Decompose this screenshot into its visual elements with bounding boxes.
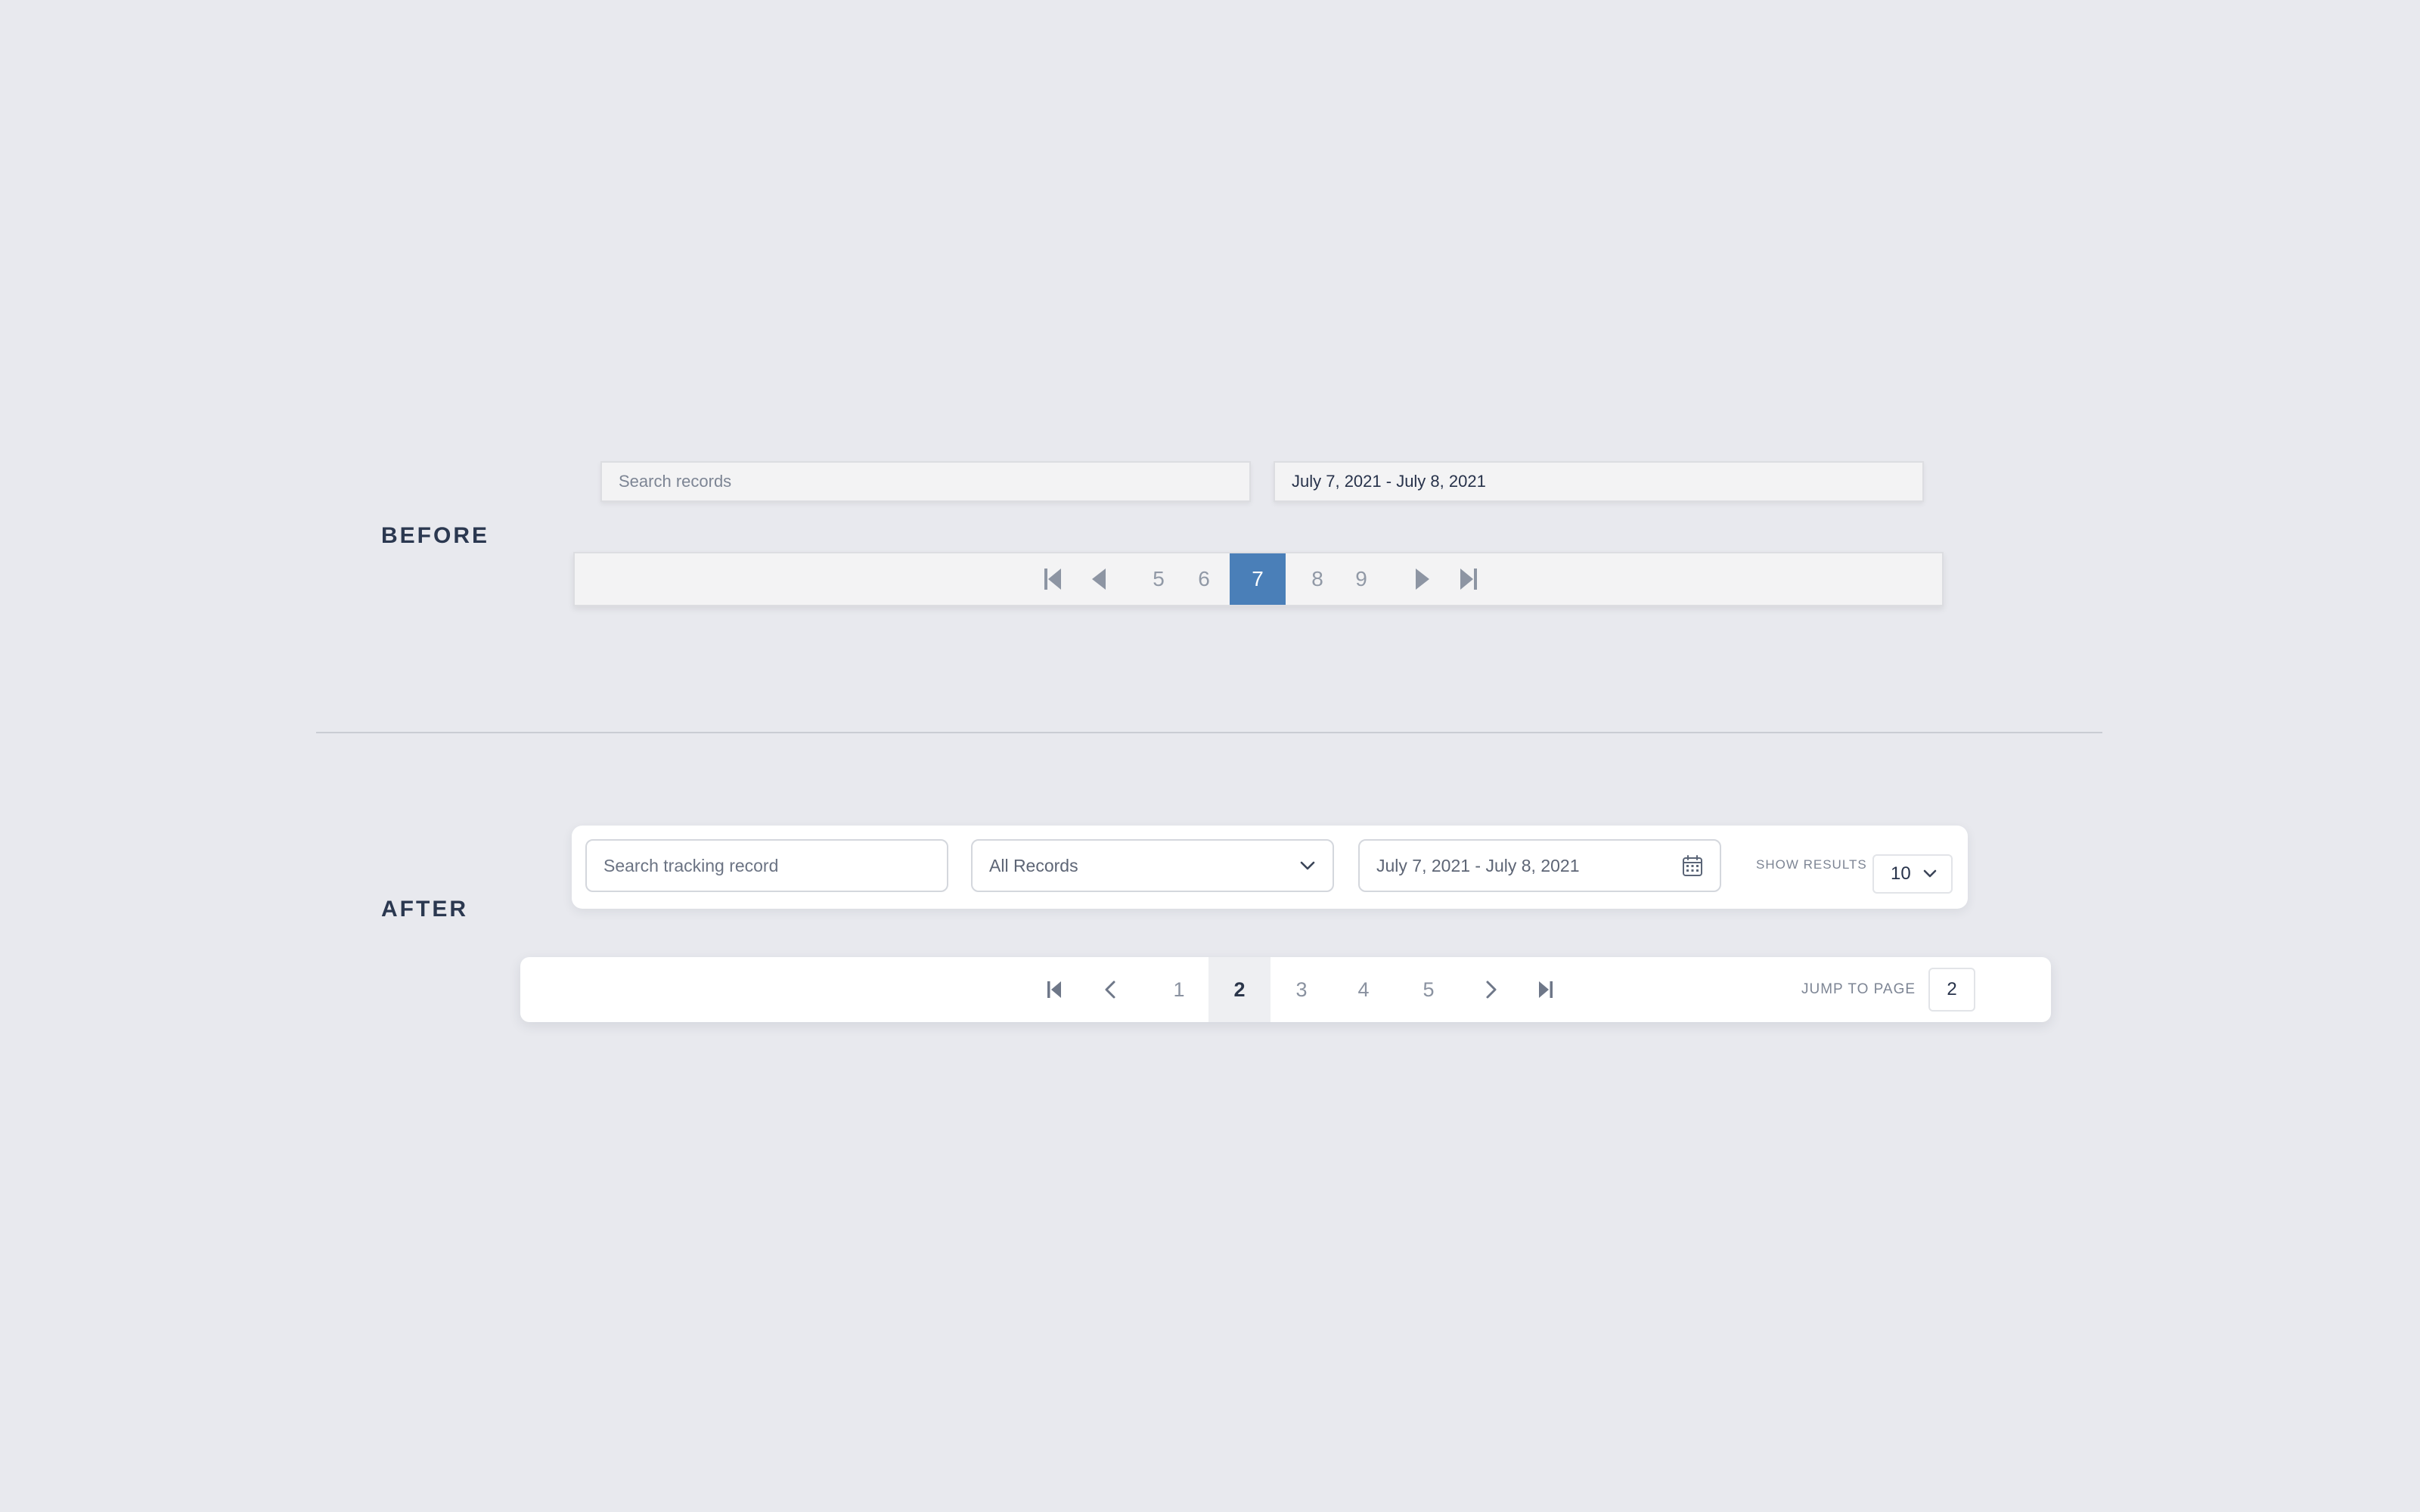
after-label: AFTER — [381, 897, 468, 922]
search-placeholder: Search tracking record — [603, 855, 779, 875]
old-page-6[interactable]: 6 — [1189, 553, 1219, 605]
search-tracking-input[interactable]: Search tracking record — [585, 839, 948, 892]
jump-to-page-input[interactable]: 2 — [1928, 968, 1975, 1012]
calendar-icon[interactable] — [1682, 854, 1703, 877]
old-search-placeholder: Search records — [619, 472, 732, 491]
old-page-7-active[interactable]: 7 — [1230, 553, 1286, 605]
old-date-range-input[interactable]: July 7, 2021 - July 8, 2021 — [1274, 461, 1924, 502]
date-range-input[interactable]: July 7, 2021 - July 8, 2021 — [1358, 839, 1721, 892]
old-page-8[interactable]: 8 — [1302, 553, 1333, 605]
show-results-select[interactable]: 10 — [1872, 854, 1953, 894]
record-filter-select[interactable]: All Records — [971, 839, 1334, 892]
page-4[interactable]: 4 — [1345, 957, 1382, 1022]
page-2-active[interactable]: 2 — [1208, 957, 1270, 1022]
page-3[interactable]: 3 — [1283, 957, 1320, 1022]
date-range-value: July 7, 2021 - July 8, 2021 — [1376, 855, 1580, 875]
chevron-down-icon — [1922, 869, 1938, 878]
jump-to-page-label: JUMP TO PAGE — [1801, 981, 1916, 997]
record-filter-value: All Records — [989, 855, 1078, 875]
section-divider — [316, 732, 2102, 733]
old-page-9[interactable]: 9 — [1346, 553, 1376, 605]
first-page-icon[interactable] — [1038, 957, 1071, 1022]
old-pagination-bar: 5 6 7 8 9 — [573, 552, 1944, 606]
last-page-icon[interactable] — [1529, 957, 1562, 1022]
previous-page-icon[interactable] — [1080, 553, 1116, 605]
page-1[interactable]: 1 — [1160, 957, 1198, 1022]
before-label: BEFORE — [381, 523, 490, 548]
chevron-down-icon — [1299, 860, 1316, 871]
first-page-icon[interactable] — [1035, 553, 1071, 605]
next-page-icon[interactable] — [1405, 553, 1441, 605]
page-5[interactable]: 5 — [1410, 957, 1447, 1022]
next-page-icon[interactable] — [1475, 957, 1508, 1022]
show-results-label: SHOW RESULTS — [1756, 857, 1867, 872]
old-search-input[interactable]: Search records — [600, 461, 1251, 502]
previous-page-icon[interactable] — [1094, 957, 1127, 1022]
filter-toolbar: Search tracking record All Records July … — [572, 826, 1968, 909]
show-results-value: 10 — [1891, 863, 1911, 884]
old-date-range-value: July 7, 2021 - July 8, 2021 — [1292, 472, 1486, 491]
old-page-5[interactable]: 5 — [1143, 553, 1174, 605]
pagination-bar: 1 2 3 4 5 JUMP TO PAGE 2 — [520, 957, 2051, 1022]
last-page-icon[interactable] — [1450, 553, 1487, 605]
